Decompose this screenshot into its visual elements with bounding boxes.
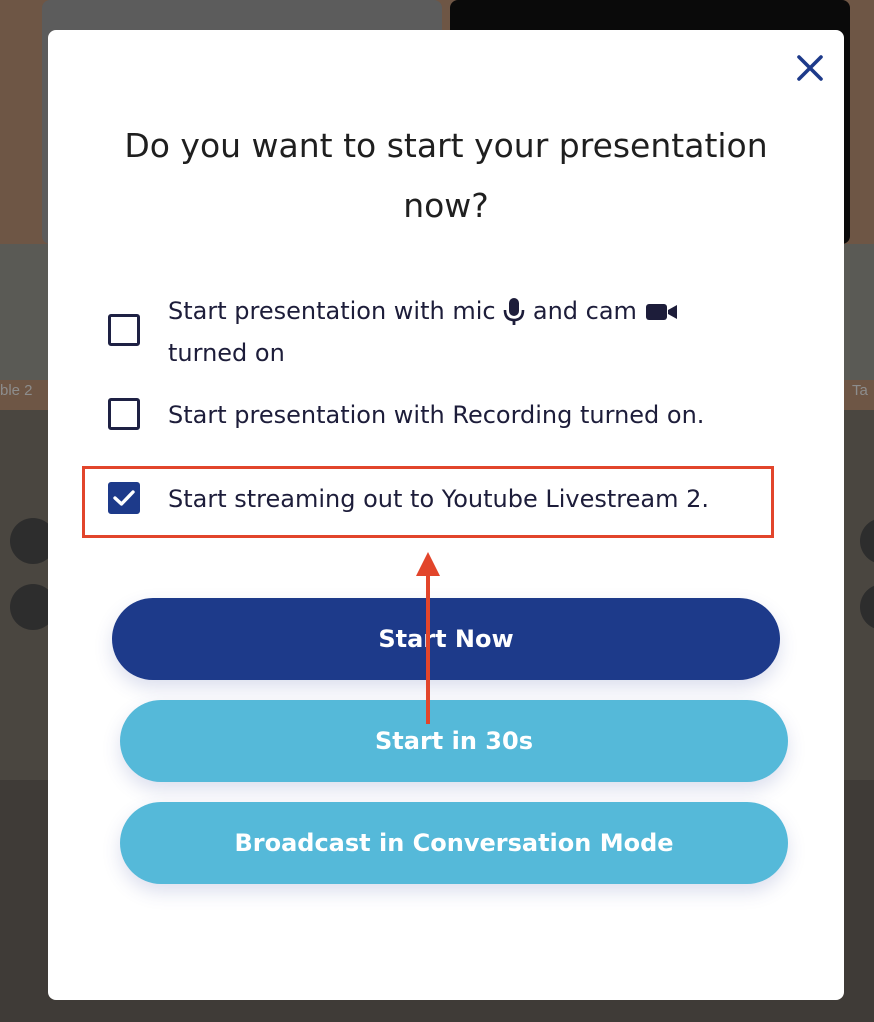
option-youtube-stream: Start streaming out to Youtube Livestrea… [108, 478, 768, 520]
option-recording-label: Start presentation with Recording turned… [168, 401, 705, 429]
video-camera-icon [645, 304, 677, 320]
broadcast-conversation-mode-button[interactable]: Broadcast in Conversation Mode [120, 802, 788, 884]
option-recording: Start presentation with Recording turned… [108, 394, 768, 436]
option-mic-cam-label: Start presentation with mic and cam turn… [168, 290, 768, 374]
option-mic-cam-text-2: and cam [532, 297, 637, 325]
start-presentation-dialog: Do you want to start your presentation n… [48, 30, 844, 1000]
youtube-stream-checkbox[interactable] [108, 482, 140, 514]
option-mic-cam-text-1: Start presentation with mic [168, 297, 496, 325]
option-mic-cam-text-3: turned on [168, 339, 285, 367]
annotation-arrow-icon [416, 552, 440, 724]
mic-cam-checkbox[interactable] [108, 314, 140, 346]
checkmark-icon [113, 490, 135, 506]
option-youtube-stream-label: Start streaming out to Youtube Livestrea… [168, 485, 710, 513]
option-mic-cam: Start presentation with mic and cam turn… [108, 290, 768, 374]
dialog-title: Do you want to start your presentation n… [124, 126, 768, 225]
start-in-30s-button[interactable]: Start in 30s [120, 700, 788, 782]
table-label-right: Ta [852, 382, 868, 399]
start-now-button[interactable]: Start Now [112, 598, 780, 680]
close-icon [797, 55, 823, 81]
close-button[interactable] [790, 48, 830, 88]
microphone-icon [503, 298, 525, 325]
table-label-left: ble 2 [0, 382, 33, 399]
recording-checkbox[interactable] [108, 398, 140, 430]
